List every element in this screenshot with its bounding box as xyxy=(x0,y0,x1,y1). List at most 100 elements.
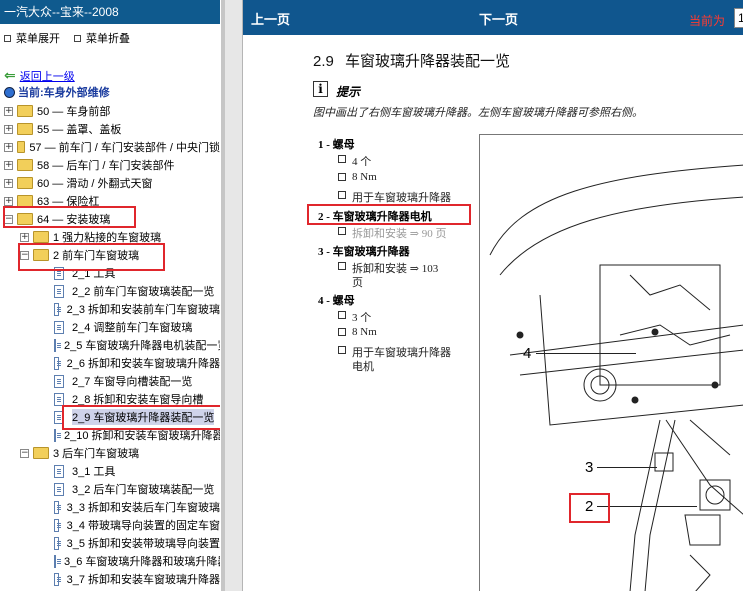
leader-line xyxy=(536,353,636,354)
splitter-gutter[interactable] xyxy=(225,0,243,591)
document-icon xyxy=(54,302,61,316)
location-icon xyxy=(4,86,15,98)
document-icon xyxy=(54,284,64,298)
item-4: 4 - 螺母 xyxy=(318,295,355,307)
leader-line xyxy=(597,506,697,507)
tree-leaf-3-3[interactable]: 3_3 拆卸和安装后车门车窗玻璃 xyxy=(0,498,220,516)
menu-expand-button[interactable]: 菜单展开 xyxy=(4,30,60,46)
document-icon xyxy=(54,482,64,496)
item-1-sub: 8 Nm xyxy=(338,171,377,183)
prev-page-button[interactable]: 上一页 xyxy=(251,9,290,28)
item-4-sub: 8 Nm xyxy=(338,326,377,338)
tree-node-50[interactable]: +50 — 车身前部 xyxy=(0,102,220,120)
checkbox-icon xyxy=(338,173,346,181)
document-panel: 上一页 下一页 当前为 1 2.9 车窗玻璃升降器装配一览 i 提示 图中画出了右… xyxy=(243,0,743,591)
tree-panel: 一汽大众--宝来--2008 菜单展开 菜单折叠 ⇐ 返回上一级 当前:车身外部维… xyxy=(0,0,220,591)
highlight-box xyxy=(569,493,610,523)
tip-title: 提示 xyxy=(336,85,361,99)
expand-toggle-icon[interactable]: + xyxy=(4,196,13,206)
tree-node-55[interactable]: +55 — 盖罩、盖板 xyxy=(0,120,220,138)
document-icon xyxy=(54,536,61,550)
document-icon xyxy=(54,338,61,352)
folder-icon xyxy=(17,177,33,189)
folder-open-icon xyxy=(33,447,49,459)
document-icon xyxy=(54,572,61,586)
item-1: 1 - 螺母 xyxy=(318,139,355,151)
expand-toggle-icon[interactable]: + xyxy=(4,160,13,170)
document-icon xyxy=(54,554,61,568)
folder-icon xyxy=(17,123,33,135)
callout-4: 4 xyxy=(523,345,532,362)
expand-toggle-icon[interactable]: + xyxy=(4,124,13,134)
tree-leaf-3-7[interactable]: 3_7 拆卸和安装车窗玻璃升降器 xyxy=(0,570,220,588)
item-4-sub: 3 个 xyxy=(338,309,371,325)
checkbox-icon xyxy=(338,328,346,336)
checkbox-icon xyxy=(338,227,346,235)
current-location: 当前:车身外部维修 xyxy=(4,84,110,100)
folder-icon xyxy=(17,141,26,153)
menu-collapse-button[interactable]: 菜单折叠 xyxy=(74,30,130,46)
folder-icon xyxy=(17,105,33,117)
expand-toggle-icon[interactable]: + xyxy=(4,142,13,152)
document-icon xyxy=(54,374,64,388)
page-input[interactable]: 1 xyxy=(734,8,743,28)
checkbox-icon xyxy=(338,155,346,163)
tree-leaf-3-5[interactable]: 3_5 拆卸和安装带玻璃导向装置 xyxy=(0,534,220,552)
tree-node-60[interactable]: +60 — 滑动 / 外翻式天窗 xyxy=(0,174,220,192)
item-2-sub[interactable]: 拆卸和安装 ⇒ 90 页 xyxy=(338,225,446,241)
tree-leaf-2-2[interactable]: 2_2 前车门车窗玻璃装配一览 xyxy=(0,282,220,300)
tree-leaf-2-5[interactable]: 2_5 车窗玻璃升降器电机装配一览 xyxy=(0,336,220,354)
checkbox-icon xyxy=(338,311,346,319)
tree-leaf-3-6[interactable]: 3_6 车窗玻璃升降器和玻璃升降器 xyxy=(0,552,220,570)
collapse-toggle-icon[interactable]: − xyxy=(20,448,29,458)
item-4-sub-cont: 电机 xyxy=(352,361,374,373)
window-regulator-figure xyxy=(479,134,743,591)
leader-line xyxy=(597,467,657,468)
tree-node-57[interactable]: +57 — 前车门 / 车门安装部件 / 中央门锁 xyxy=(0,138,220,156)
collapse-icon xyxy=(74,34,81,42)
item-3: 3 - 车窗玻璃升降器 xyxy=(318,246,410,258)
document-icon xyxy=(54,464,64,478)
document-icon xyxy=(54,356,61,370)
tree-leaf-2-7[interactable]: 2_7 车窗导向槽装配一览 xyxy=(0,372,220,390)
nav-bar: 上一页 下一页 当前为 1 xyxy=(243,0,743,35)
tip-body: 图中画出了右侧车窗玻璃升降器。左侧车窗玻璃升降器可参照右侧。 xyxy=(313,107,643,119)
highlight-box xyxy=(62,405,220,430)
tree-leaf-2-4[interactable]: 2_4 调整前车门车窗玻璃 xyxy=(0,318,220,336)
folder-icon xyxy=(33,231,49,243)
section-heading: 2.9 车窗玻璃升降器装配一览 xyxy=(313,53,511,70)
expand-toggle-icon[interactable]: + xyxy=(4,106,13,116)
item-1-sub: 4 个 xyxy=(338,153,371,169)
tree-leaf-3-1[interactable]: 3_1 工具 xyxy=(0,462,220,480)
menu-bar: 菜单展开 菜单折叠 xyxy=(0,24,220,52)
callout-3: 3 xyxy=(585,459,594,476)
tree-node-3[interactable]: −3 后车门车窗玻璃 xyxy=(0,444,220,462)
highlight-box xyxy=(3,206,136,228)
info-icon: i xyxy=(313,81,328,97)
expand-icon xyxy=(4,34,11,42)
tree-leaf-2-3[interactable]: 2_3 拆卸和安装前车门车窗玻璃 xyxy=(0,300,220,318)
document-icon xyxy=(54,320,64,334)
tree-leaf-3-2[interactable]: 3_2 后车门车窗玻璃装配一览 xyxy=(0,480,220,498)
next-page-button[interactable]: 下一页 xyxy=(479,9,518,28)
tree-node-58[interactable]: +58 — 后车门 / 车门安装部件 xyxy=(0,156,220,174)
folder-icon xyxy=(17,159,33,171)
expand-toggle-icon[interactable]: + xyxy=(20,232,29,242)
item-3-sub-cont: 页 xyxy=(352,277,363,289)
nav-tree: +50 — 车身前部 +55 — 盖罩、盖板 +57 — 前车门 / 车门安装部… xyxy=(0,102,220,588)
expand-toggle-icon[interactable]: + xyxy=(4,178,13,188)
document-icon xyxy=(54,500,61,514)
back-arrow-icon: ⇐ xyxy=(4,67,16,83)
app-title: 一汽大众--宝来--2008 xyxy=(0,0,220,24)
document-icon xyxy=(54,392,64,406)
document-icon xyxy=(54,518,61,532)
tree-leaf-3-4[interactable]: 3_4 带玻璃导向装置的固定车窗 xyxy=(0,516,220,534)
highlight-box xyxy=(307,204,471,225)
tree-leaf-2-6[interactable]: 2_6 拆卸和安装车窗玻璃升降器 xyxy=(0,354,220,372)
checkbox-icon xyxy=(338,191,346,199)
back-link[interactable]: ⇐ 返回上一级 xyxy=(4,67,75,84)
regulator-drawing xyxy=(489,164,743,591)
page-label: 当前为 xyxy=(689,14,726,28)
checkbox-icon xyxy=(338,346,346,354)
checkbox-icon xyxy=(338,262,346,270)
